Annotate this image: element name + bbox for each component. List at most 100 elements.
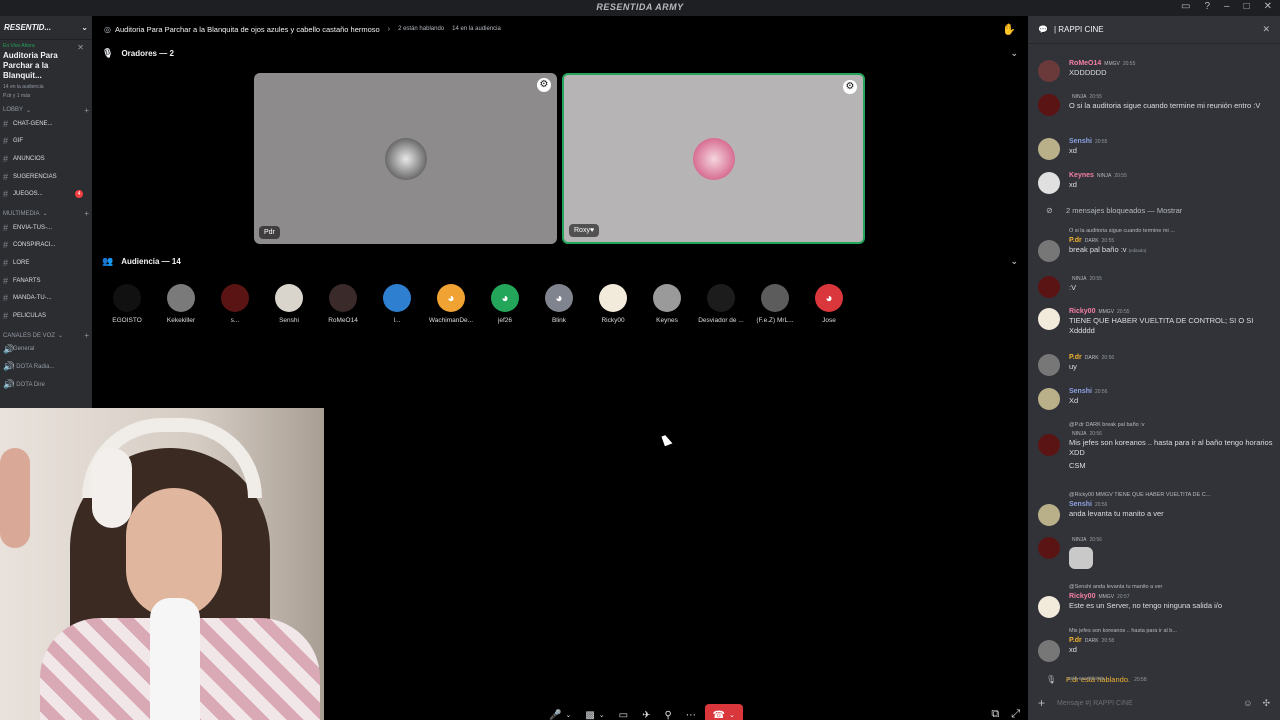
chat-message[interactable]: RoMeO14 MMGV 20:55 XDDDDDD bbox=[1038, 60, 1274, 82]
fullscreen-icon[interactable]: ⤢ bbox=[1011, 708, 1020, 720]
channel-item[interactable]: # SUGERENCIAS bbox=[0, 168, 92, 186]
chat-message[interactable]: @P.dr DARK break pal baño :v NINJA 20:56… bbox=[1038, 422, 1274, 471]
avatar[interactable] bbox=[1038, 276, 1060, 298]
leave-button[interactable]: ☎ ⌄ bbox=[704, 704, 743, 720]
speaker-tile[interactable]: ⚙ Roxy♥ bbox=[562, 73, 865, 244]
avatar[interactable] bbox=[1038, 94, 1060, 116]
emoji-icon[interactable]: ☺ bbox=[1243, 698, 1252, 709]
reply-preview[interactable]: @P.dr DARK break pal baño :v bbox=[1069, 422, 1274, 428]
category-header[interactable]: MULTIMEDIA ⌄ + bbox=[0, 209, 92, 219]
audience-member[interactable]: Senshi bbox=[262, 284, 316, 324]
add-channel-icon[interactable]: + bbox=[84, 331, 89, 340]
audience-member[interactable]: s... bbox=[208, 284, 262, 324]
audience-member[interactable]: ◕ Jose bbox=[802, 284, 856, 324]
popout-icon[interactable]: ⧉ bbox=[991, 708, 999, 720]
server-header[interactable]: RESENTID... ⌄ bbox=[0, 16, 92, 40]
add-channel-icon[interactable]: + bbox=[84, 106, 89, 115]
channel-item[interactable]: # PELICULAS bbox=[0, 307, 92, 325]
avatar[interactable] bbox=[1038, 434, 1060, 456]
avatar[interactable] bbox=[1038, 60, 1060, 82]
mute-button[interactable]: 🎤 ⌄ bbox=[544, 704, 576, 720]
reply-preview[interactable]: @Ricky00 MMGV TIENE QUE HABER VUELTITA D… bbox=[1069, 492, 1274, 498]
chat-message[interactable]: @Senshi anda levanta tu manito a ver Ric… bbox=[1038, 584, 1274, 618]
message-image[interactable] bbox=[1069, 547, 1093, 569]
channel-item[interactable]: # MANDA-TU-... bbox=[0, 289, 92, 307]
channel-item[interactable]: 🔊 | DOTA Radia... bbox=[0, 358, 92, 376]
inbox-icon[interactable]: ▭ bbox=[1181, 1, 1190, 12]
chat-message[interactable]: NINJA 20:55 :V bbox=[1038, 276, 1274, 298]
avatar[interactable] bbox=[1038, 172, 1060, 194]
channel-item[interactable]: # ANUNCIOS bbox=[0, 150, 92, 168]
message-author[interactable]: Ricky00 bbox=[1069, 308, 1095, 315]
channel-item[interactable]: # JUEGOS... 4 bbox=[0, 185, 92, 203]
avatar[interactable] bbox=[1038, 388, 1060, 410]
message-author[interactable]: Senshi bbox=[1069, 138, 1092, 145]
chat-message[interactable]: Ricky00 MMGV 20:55 TIENE QUE HABER VUELT… bbox=[1038, 308, 1274, 336]
chat-message[interactable]: NINJA 20:56 bbox=[1038, 537, 1274, 569]
audience-member[interactable]: RoMeO14 bbox=[316, 284, 370, 324]
apps-icon[interactable]: ✣ bbox=[1262, 698, 1270, 709]
message-author[interactable]: P.dr bbox=[1069, 637, 1082, 644]
channel-item[interactable]: # CONSPIRACI... bbox=[0, 237, 92, 255]
channel-item[interactable]: 🔊 | DOTA Dire bbox=[0, 376, 92, 394]
category-header[interactable]: LOBBY ⌄ + bbox=[0, 105, 92, 115]
chat-message[interactable]: O si la auditoria sigue cuando termine m… bbox=[1038, 228, 1274, 262]
chat-message[interactable]: NINJA 20:55 O si la auditoria sigue cuan… bbox=[1038, 94, 1274, 116]
chat-message[interactable]: Senshi 20:56 Xd bbox=[1038, 388, 1274, 410]
avatar[interactable] bbox=[1038, 537, 1060, 559]
avatar[interactable] bbox=[1038, 240, 1060, 262]
audience-member[interactable]: ◕ WachimanDe... bbox=[424, 284, 478, 324]
add-attachment-icon[interactable]: + bbox=[1038, 696, 1045, 710]
audience-member[interactable]: l... bbox=[370, 284, 424, 324]
speakers-section-header[interactable]: 🎙 Oradores — 2 ⌄ bbox=[92, 42, 1028, 64]
chat-input[interactable] bbox=[1057, 699, 1244, 707]
channel-item[interactable]: 🔊 General bbox=[0, 341, 92, 359]
avatar[interactable] bbox=[1038, 354, 1060, 376]
chat-message[interactable]: Senshi 20:55 xd bbox=[1038, 138, 1274, 160]
audience-member[interactable]: EGOISTO bbox=[100, 284, 154, 324]
speaker-tile[interactable]: ⚙ Pdr bbox=[254, 73, 557, 244]
audience-member[interactable]: ◕ Blink bbox=[532, 284, 586, 324]
avatar[interactable] bbox=[1038, 504, 1060, 526]
raise-hand-icon[interactable]: ✋ bbox=[1002, 23, 1016, 36]
settings-icon[interactable]: ⚙ bbox=[843, 80, 857, 94]
channel-item[interactable]: # LORE bbox=[0, 254, 92, 272]
more-button[interactable]: ⋯ bbox=[681, 704, 701, 720]
channel-item[interactable]: # GIF bbox=[0, 133, 92, 151]
channel-item[interactable]: # CHAT-GENE... bbox=[0, 115, 92, 133]
message-author[interactable]: P.dr bbox=[1069, 237, 1082, 244]
avatar[interactable] bbox=[1038, 640, 1060, 662]
reply-preview[interactable]: @Senshi anda levanta tu manito a ver bbox=[1069, 584, 1274, 590]
live-stage-card[interactable]: En Vivo Ahora ✕ Auditoria Para Parchar a… bbox=[0, 40, 92, 99]
audience-member[interactable]: ◕ jef26 bbox=[478, 284, 532, 324]
screen-share-button[interactable]: ▭ bbox=[614, 704, 633, 720]
chat-message[interactable]: @Ricky00 MMGV TIENE QUE HABER VUELTITA D… bbox=[1038, 492, 1274, 526]
chat-message[interactable]: Keynes NINJA 20:55 xd bbox=[1038, 172, 1274, 194]
message-author[interactable]: RoMeO14 bbox=[1069, 60, 1101, 67]
add-channel-icon[interactable]: + bbox=[84, 209, 89, 218]
audience-member[interactable]: Desviador de ... bbox=[694, 284, 748, 324]
message-author[interactable]: P.dr bbox=[1069, 354, 1082, 361]
message-author[interactable]: Senshi bbox=[1069, 388, 1092, 395]
message-author[interactable]: Senshi bbox=[1069, 501, 1092, 508]
reply-preview[interactable]: O si la auditoria sigue cuando termine m… bbox=[1069, 228, 1274, 234]
maximize-icon[interactable]: □ bbox=[1244, 1, 1250, 12]
audience-member[interactable]: (F.e.Z) MrL... bbox=[748, 284, 802, 324]
close-icon[interactable]: ✕ bbox=[77, 43, 84, 52]
avatar[interactable] bbox=[1038, 308, 1060, 330]
message-author[interactable]: Keynes bbox=[1069, 172, 1094, 179]
close-icon[interactable]: ✕ bbox=[1264, 1, 1272, 12]
activity-button[interactable]: ✈ bbox=[637, 704, 655, 720]
minimize-icon[interactable]: – bbox=[1224, 1, 1230, 12]
chat-message[interactable]: Mis jefes son koreanos .. hasta para ir … bbox=[1038, 628, 1274, 662]
avatar[interactable] bbox=[1038, 596, 1060, 618]
audience-member[interactable]: Ricky00 bbox=[586, 284, 640, 324]
camera-button[interactable]: ▩ ⌄ bbox=[580, 704, 609, 720]
reply-preview[interactable]: Mis jefes son koreanos .. hasta para ir … bbox=[1069, 628, 1274, 634]
avatar[interactable] bbox=[1038, 138, 1060, 160]
audience-member[interactable]: Kekekiller bbox=[154, 284, 208, 324]
settings-icon[interactable]: ⚙ bbox=[537, 78, 551, 92]
channel-item[interactable]: # FANARTS bbox=[0, 272, 92, 290]
channel-item[interactable]: # ENVIA-TUS-... bbox=[0, 219, 92, 237]
audience-member[interactable]: Keynes bbox=[640, 284, 694, 324]
